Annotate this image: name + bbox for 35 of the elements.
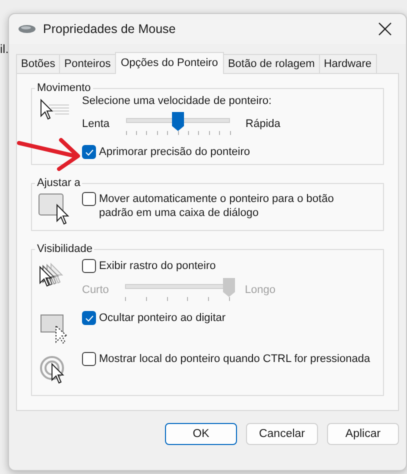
checkbox-label: Ocultar ponteiro ao digitar (99, 312, 226, 324)
dialog-button[interactable]: Aplicar (327, 423, 399, 445)
checkbox[interactable] (82, 259, 96, 273)
checkbox[interactable] (82, 145, 96, 159)
tab[interactable]: Botões (16, 54, 60, 73)
checkbox-label: Exibir rastro do ponteiro (99, 260, 216, 272)
annotation-arrow (17, 137, 83, 171)
background-text: il. (0, 42, 9, 56)
checkbox[interactable] (82, 192, 96, 206)
slider-thumb[interactable] (172, 112, 184, 131)
checkbox-label: Aprimorar precisão do ponteiro (99, 146, 250, 158)
pointer-speed-icon (39, 98, 71, 122)
check-icon (84, 148, 94, 156)
tab[interactable]: Hardware (318, 54, 376, 73)
slider-max-label: Rápida (246, 118, 280, 130)
pointer-on-button-icon (38, 193, 72, 225)
mouse-icon (18, 24, 36, 34)
slider-min-label: Curto (82, 284, 109, 296)
dialog-button[interactable]: Cancelar (246, 423, 318, 445)
checkbox-label: Mover automaticamente o ponteiro para o botão padrão em uma caixa de diálogo (99, 192, 335, 220)
checkbox[interactable] (82, 352, 96, 366)
window-title: Propriedades de Mouse (43, 22, 177, 36)
hidden-pointer-icon (40, 314, 70, 344)
group-title: Movimento (36, 82, 92, 94)
tab[interactable]: Opções do Ponteiro (114, 52, 224, 74)
check-icon (84, 314, 94, 322)
slider-min-label: Lenta (82, 118, 110, 130)
checkbox-label: Mostrar local do ponteiro quando CTRL for pressionada (99, 353, 370, 365)
group-title: Visibilidade (36, 243, 94, 255)
slider-max-label: Longo (244, 284, 276, 296)
speed-prompt: Selecione uma velocidade de ponteiro: (82, 95, 273, 107)
close-icon[interactable] (378, 22, 392, 36)
group-title: Ajustar a (36, 177, 82, 189)
checkbox[interactable] (82, 311, 96, 325)
dialog-button[interactable]: OK (165, 423, 237, 445)
